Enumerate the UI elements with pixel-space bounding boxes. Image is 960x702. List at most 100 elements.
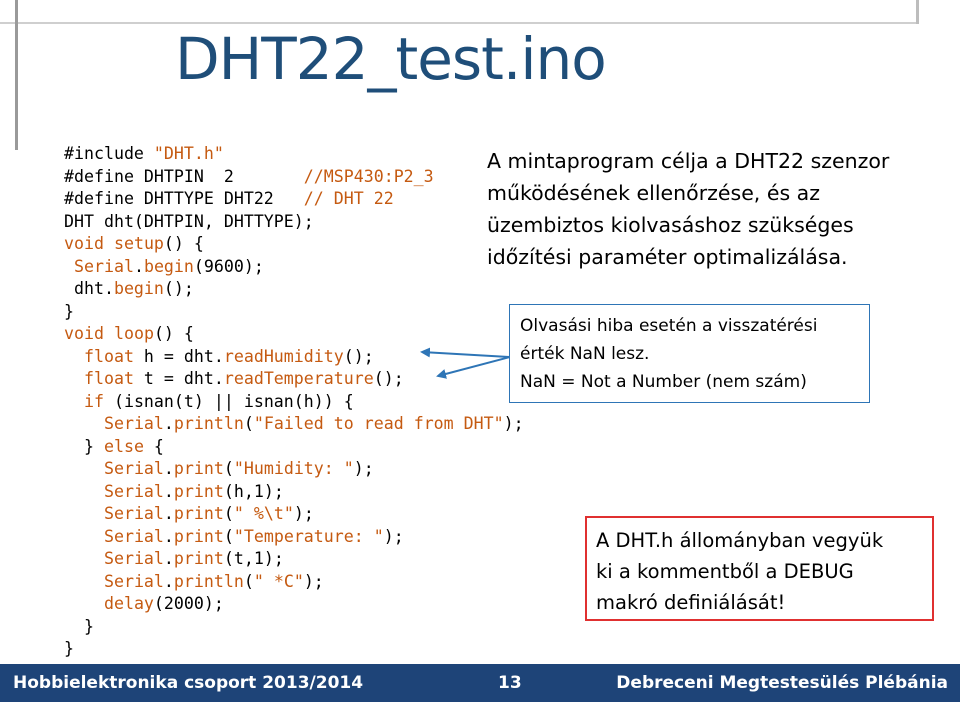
note-line: A DHT.h állományban vegyük bbox=[596, 529, 884, 552]
code-line: } else { bbox=[64, 436, 524, 459]
code-token: (); bbox=[343, 346, 374, 366]
code-line: } bbox=[64, 616, 524, 639]
callout-line: Olvasási hiba esetén a visszatérési bbox=[520, 316, 818, 336]
code-token: (); bbox=[163, 279, 194, 298]
code-line: #define DHTTYPE DHT22 // DHT 22 bbox=[64, 188, 524, 211]
callout-line: érték NaN lesz. bbox=[520, 344, 650, 364]
code-token: void bbox=[64, 324, 104, 343]
code-token: ); bbox=[503, 414, 524, 433]
page-number: 13 bbox=[498, 673, 522, 693]
code-token: begin bbox=[113, 279, 164, 298]
code-token: Serial bbox=[103, 549, 164, 568]
code-token: h = dht. bbox=[133, 346, 224, 366]
code-token: #define DHTPIN 2 bbox=[64, 166, 304, 186]
code-token: "Temperature: " bbox=[233, 526, 384, 546]
code-token: } bbox=[64, 639, 74, 658]
code-line: Serial.println("Failed to read from DHT"… bbox=[64, 413, 524, 436]
code-token: ); bbox=[293, 504, 314, 523]
note-line: ki a kommentből a DEBUG bbox=[596, 560, 854, 583]
code-token: " %\t" bbox=[233, 504, 294, 523]
code-token: #define DHTTYPE DHT22 bbox=[64, 189, 304, 208]
code-line: float t = dht.readTemperature(); bbox=[64, 368, 524, 391]
corner-decoration-horizontal bbox=[0, 22, 918, 24]
code-token: ); bbox=[383, 526, 404, 546]
code-line: #define DHTPIN 2 //MSP430:P2_3 bbox=[64, 166, 524, 189]
description-text: A mintaprogram célja a DHT22 szenzor műkö… bbox=[487, 145, 937, 273]
code-token: (h,1); bbox=[223, 481, 284, 501]
code-line: } bbox=[64, 638, 524, 661]
code-token: float bbox=[83, 369, 134, 388]
description-line: működésének ellenőrzése, és az bbox=[487, 181, 820, 205]
code-token: } bbox=[64, 301, 74, 321]
code-token: DHT dht(DHTPIN, DHTTYPE); bbox=[64, 211, 314, 231]
code-token: loop bbox=[113, 324, 154, 343]
code-token: println bbox=[173, 571, 244, 591]
code-line: Serial.print(t,1); bbox=[64, 548, 524, 571]
code-token: () { bbox=[153, 324, 194, 343]
code-token: (); bbox=[373, 369, 404, 388]
code-token: Serial bbox=[103, 504, 164, 523]
code-line: float h = dht.readHumidity(); bbox=[64, 346, 524, 369]
code-token: ( bbox=[223, 504, 234, 523]
code-token: . bbox=[163, 549, 174, 568]
description-line: A mintaprogram célja a DHT22 szenzor bbox=[487, 149, 890, 173]
footer-parish-name: Debreceni Megtestesülés Plébánia bbox=[616, 673, 948, 693]
code-token: "Humidity: " bbox=[233, 459, 354, 478]
code-token: . bbox=[163, 414, 174, 433]
code-token: (t,1); bbox=[223, 549, 284, 568]
description-line: üzembiztos kiolvasáshoz szükséges bbox=[487, 213, 854, 237]
code-token: . bbox=[163, 481, 174, 501]
corner-decoration-vertical bbox=[15, 0, 18, 150]
callout-line: NaN = Not a Number (nem szám) bbox=[520, 372, 807, 392]
code-token: (9600); bbox=[193, 256, 264, 276]
code-line: Serial.begin(9600); bbox=[64, 256, 524, 279]
footer-group-name: Hobbielektronika csoport 2013/2014 bbox=[13, 673, 364, 693]
code-token: Serial bbox=[103, 414, 164, 433]
code-line: Serial.print("Temperature: "); bbox=[64, 526, 524, 549]
code-line: DHT dht(DHTPIN, DHTTYPE); bbox=[64, 211, 524, 234]
code-token: { bbox=[143, 436, 164, 456]
code-token: ); bbox=[303, 571, 324, 591]
corner-decoration-right bbox=[916, 0, 919, 24]
code-token: . bbox=[163, 459, 174, 478]
code-token: readHumidity bbox=[223, 346, 344, 366]
code-listing: #include "DHT.h" #define DHTPIN 2 //MSP43… bbox=[64, 143, 524, 661]
code-token: () { bbox=[163, 234, 204, 253]
code-token: float bbox=[83, 346, 134, 366]
code-token: (isnan(t) || isnan(h)) { bbox=[103, 391, 354, 411]
code-token: . bbox=[133, 256, 144, 276]
code-line: delay(2000); bbox=[64, 593, 524, 616]
code-token: setup bbox=[113, 234, 164, 253]
code-line: void setup() { bbox=[64, 233, 524, 256]
code-token: readTemperature bbox=[223, 369, 374, 388]
note-line: makró definiálását! bbox=[596, 591, 786, 614]
code-line: Serial.print(" %\t"); bbox=[64, 503, 524, 526]
slide: DHT22_test.ino #include "DHT.h" #define D… bbox=[0, 0, 960, 702]
code-token: t = dht. bbox=[133, 369, 224, 388]
code-token: " *C" bbox=[253, 571, 304, 591]
code-token: print bbox=[173, 504, 224, 523]
footer-bar: Hobbielektronika csoport 2013/2014 13 De… bbox=[0, 664, 960, 702]
code-token: print bbox=[173, 526, 224, 546]
code-token: . bbox=[163, 526, 174, 546]
code-token: else bbox=[103, 436, 144, 456]
code-line: Serial.print(h,1); bbox=[64, 481, 524, 504]
code-token: . bbox=[163, 504, 174, 523]
code-token: } bbox=[64, 616, 94, 636]
code-token: // DHT 22 bbox=[303, 189, 394, 208]
code-line: Serial.print("Humidity: "); bbox=[64, 458, 524, 481]
code-line: dht.begin(); bbox=[64, 278, 524, 301]
code-token: Serial bbox=[103, 481, 164, 501]
code-token: . bbox=[163, 571, 174, 591]
